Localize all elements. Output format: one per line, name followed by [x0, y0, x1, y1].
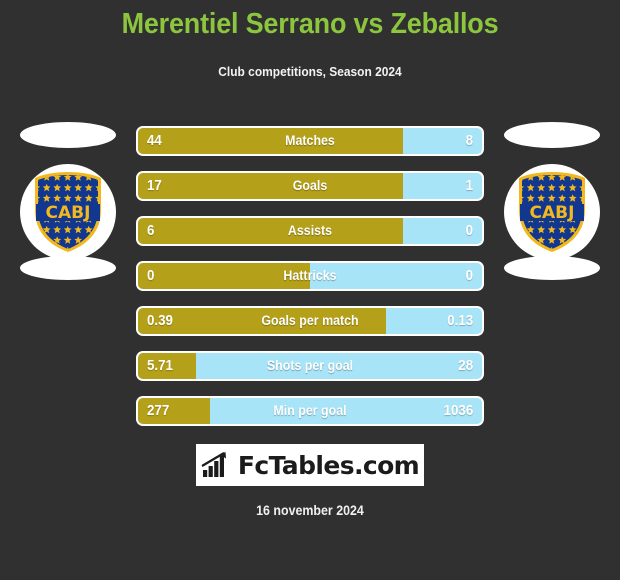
stat-row: 44 8 Matches: [136, 126, 484, 156]
stat-row-bar: 17 1 Goals: [138, 173, 482, 199]
stat-row: 0 0 Hattricks: [136, 261, 484, 291]
page-subtitle: Club competitions, Season 2024: [218, 64, 402, 79]
crest-top-ellipse-decoration: [504, 122, 600, 148]
stat-rows: 44 8 Matches 17 1 Goals 6 0 Assists 0 0 Hattricks 0.…: [136, 126, 484, 441]
stat-row-bar: 0 0 Hattricks: [138, 263, 482, 289]
page-title: Merentiel Serrano vs Zeballos: [121, 8, 499, 40]
fctables-logo[interactable]: FcTables.com: [196, 444, 424, 486]
stat-row: 0.39 0.13 Goals per match: [136, 306, 484, 336]
cabj-crest-icon: CABJ: [20, 164, 116, 260]
stat-label: Assists: [287, 223, 333, 238]
stat-label: Goals per match: [261, 313, 359, 328]
right-team-crest: CABJ: [502, 122, 602, 282]
report-date: 16 november 2024: [256, 503, 364, 518]
bar-chart-arrow-icon: [201, 452, 226, 477]
stat-row-bar: 5.71 28 Shots per goal: [138, 353, 482, 379]
cabj-crest-svg: CABJ: [35, 172, 101, 252]
stat-row-bar: 0.39 0.13 Goals per match: [138, 308, 482, 334]
crest-top-ellipse-decoration: [20, 122, 116, 148]
stat-comparison-page: Merentiel Serrano vs Zeballos Club compe…: [0, 0, 620, 580]
stat-label: Matches: [285, 133, 335, 148]
stat-row-bar: 6 0 Assists: [138, 218, 482, 244]
stat-row-bar: 277 1036 Min per goal: [138, 398, 482, 424]
cabj-crest-svg: CABJ: [519, 172, 585, 252]
fctables-logo-text: FcTables.com: [237, 450, 420, 480]
left-team-crest: CABJ: [18, 122, 118, 282]
cabj-crest-icon: CABJ: [504, 164, 600, 260]
stat-label: Min per goal: [273, 403, 347, 418]
stat-row: 17 1 Goals: [136, 171, 484, 201]
stat-label: Hattricks: [283, 268, 337, 283]
stat-label: Goals: [292, 178, 328, 193]
stat-row: 6 0 Assists: [136, 216, 484, 246]
stat-row: 5.71 28 Shots per goal: [136, 351, 484, 381]
crest-label: CABJ: [530, 203, 575, 223]
crest-label: CABJ: [46, 203, 91, 223]
stat-label: Shots per goal: [266, 358, 354, 373]
stat-row-bar: 44 8 Matches: [138, 128, 482, 154]
stat-row: 277 1036 Min per goal: [136, 396, 484, 426]
